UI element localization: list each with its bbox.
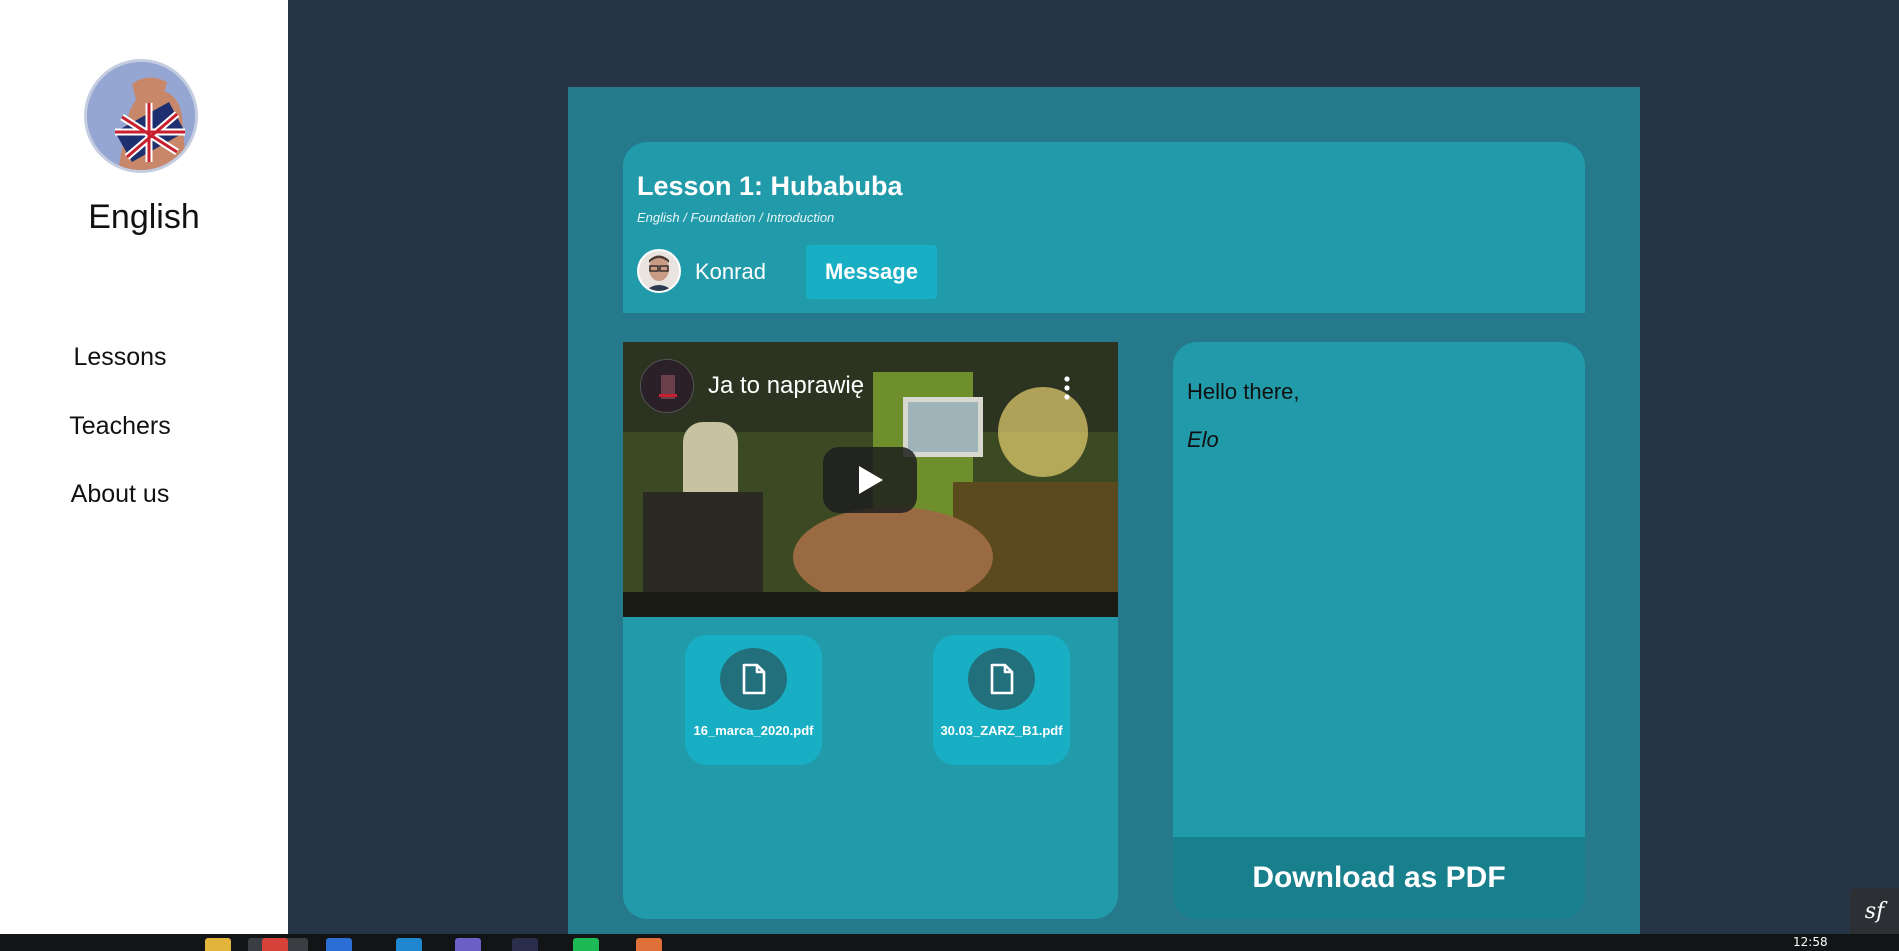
nav-teachers[interactable]: Teachers	[0, 412, 240, 441]
play-button[interactable]	[823, 447, 917, 513]
mail-icon[interactable]	[326, 938, 352, 951]
person-photo-icon	[639, 251, 679, 291]
file-attachment-1[interactable]: 16_marca_2020.pdf	[685, 635, 822, 765]
file-icon	[720, 648, 787, 710]
brand-title: English	[88, 198, 200, 236]
spotify-icon[interactable]	[573, 938, 599, 951]
channel-logo-icon	[641, 360, 693, 412]
notes-text: Elo	[1187, 427, 1219, 452]
channel-avatar[interactable]	[640, 359, 694, 413]
nav-lessons[interactable]: Lessons	[0, 343, 240, 372]
more-vertical-icon[interactable]	[1059, 374, 1075, 402]
course-logo[interactable]	[84, 59, 198, 173]
video-player[interactable]: Ja to naprawię	[623, 342, 1118, 617]
play-icon	[859, 466, 883, 494]
message-button[interactable]: Message	[806, 245, 937, 299]
sidebar: English Lessons Teachers About us	[0, 0, 288, 934]
video-card: Ja to naprawię 16_marca_2020.pdf 30.03_Z…	[623, 342, 1118, 919]
lesson-header: Lesson 1: Hubabuba English / Foundation …	[623, 142, 1585, 313]
nav-about-us[interactable]: About us	[0, 480, 240, 509]
file-name: 30.03_ZARZ_B1.pdf	[940, 723, 1063, 738]
file-icon	[968, 648, 1035, 710]
git-icon[interactable]	[636, 938, 662, 951]
lesson-panel: Lesson 1: Hubabuba English / Foundation …	[568, 87, 1640, 934]
download-pdf-button[interactable]: Download as PDF	[1173, 837, 1585, 919]
breadcrumb: English / Foundation / Introduction	[637, 210, 835, 225]
teams-icon[interactable]	[455, 938, 481, 951]
lesson-title: Lesson 1: Hubabuba	[637, 171, 903, 201]
union-jack-fist-icon	[87, 62, 195, 170]
file-attachment-2[interactable]: 30.03_ZARZ_B1.pdf	[933, 635, 1070, 765]
editor-icon[interactable]	[396, 938, 422, 951]
folder-icon[interactable]	[205, 938, 231, 951]
notes-greeting: Hello there,	[1187, 379, 1300, 404]
symfony-toolbar-icon[interactable]: sf	[1850, 888, 1899, 934]
clock[interactable]: 12:58	[1793, 935, 1828, 949]
app-icon[interactable]	[512, 938, 538, 951]
teacher-name[interactable]: Konrad	[695, 259, 766, 285]
file-name: 16_marca_2020.pdf	[693, 723, 814, 738]
chrome-icon[interactable]	[262, 938, 288, 951]
lesson-notes: Hello there, Elo Download as PDF	[1173, 342, 1585, 919]
os-taskbar: 12:58	[0, 934, 1899, 951]
teacher-avatar[interactable]	[637, 249, 681, 293]
video-title[interactable]: Ja to naprawię	[708, 372, 864, 400]
